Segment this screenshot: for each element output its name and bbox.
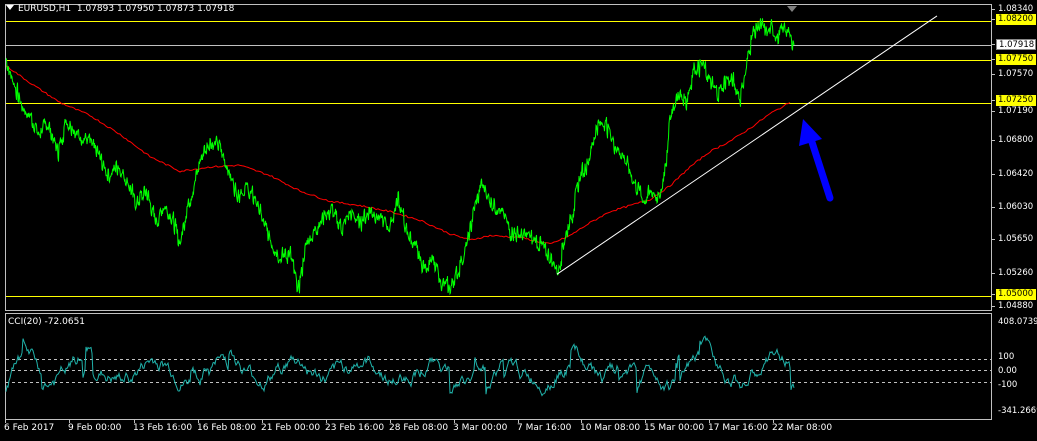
cci-scale-label: -100 [998,380,1018,390]
price-label: 1.07570 [998,69,1034,79]
price-label: 1.05000 [996,289,1036,300]
time-label: 21 Feb 00:00 [261,423,321,433]
dropdown-triangle-icon[interactable] [6,5,14,10]
chart-window[interactable]: EURUSD,H1 1.07893 1.07950 1.07873 1.0791… [0,0,1037,441]
price-label: 1.06030 [998,202,1034,212]
price-label: 1.07750 [996,54,1036,65]
time-label: 22 Mar 08:00 [772,423,833,433]
price-label: 1.07250 [996,95,1036,106]
price-label: 1.06800 [998,135,1034,145]
time-label: 7 Mar 16:00 [517,423,572,433]
cci-scale-label: 0.00 [998,366,1017,376]
time-label: 28 Feb 08:00 [389,423,449,433]
time-label: 16 Feb 08:00 [197,423,257,433]
cci-line[interactable] [5,335,795,397]
cci-scale-label: -341.2669 [998,406,1037,416]
price-label: 1.07918 [996,39,1036,50]
price-label: 1.07190 [998,106,1034,116]
cci-scale-label: 408.0739 [998,317,1037,327]
time-label: 17 Mar 16:00 [708,423,769,433]
price-label: 1.05650 [998,234,1034,244]
price-line[interactable] [5,18,795,296]
cci-indicator-label: CCI(20) -72.0651 [8,317,86,327]
ohlc-values: 1.07893 1.07950 1.07873 1.07918 [76,4,235,14]
moving-average-line[interactable] [5,65,791,245]
time-label: 10 Mar 08:00 [580,423,641,433]
chart-canvas[interactable] [0,0,1037,441]
time-label: 23 Feb 16:00 [325,423,385,433]
cci-pane-frame [5,313,992,420]
time-label: 9 Feb 00:00 [68,423,122,433]
price-label: 1.06420 [998,169,1034,179]
time-label: 15 Mar 00:00 [644,423,705,433]
time-label: 13 Feb 16:00 [133,423,193,433]
blue-arrow-annotation[interactable] [799,119,834,202]
time-label: 6 Feb 2017 [4,423,55,433]
symbol-label: EURUSD,H1 [18,4,72,14]
cci-scale-label: 100 [998,352,1015,362]
chart-shift-marker[interactable] [787,6,797,12]
price-label: 1.05260 [998,268,1034,278]
horizontal-levels[interactable] [6,21,991,297]
chart-header: EURUSD,H1 1.07893 1.07950 1.07873 1.0791… [6,3,234,15]
time-label: 3 Mar 00:00 [453,423,508,433]
price-label: 1.08200 [996,14,1036,25]
price-label: 1.04880 [998,301,1034,311]
